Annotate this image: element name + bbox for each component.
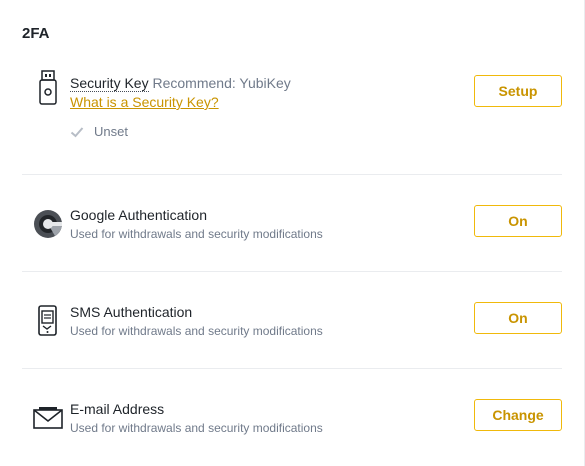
google-auth-on-button[interactable]: On [474,205,562,237]
usb-key-icon [32,70,64,105]
sms-phone-icon [32,305,64,337]
sms-auth-row: SMS Authentication Used for withdrawals … [22,301,562,341]
google-auth-title: Google Authentication [70,207,207,223]
google-auth-text: Google Authentication Used for withdrawa… [70,206,323,242]
email-text: E-mail Address Used for withdrawals and … [70,400,323,436]
security-key-status: Unset [70,124,128,139]
envelope-icon [32,402,64,434]
sms-auth-desc: Used for withdrawals and security modifi… [70,324,323,338]
sms-auth-on-button[interactable]: On [474,302,562,334]
divider [22,271,562,272]
email-change-button[interactable]: Change [474,399,562,431]
email-row: E-mail Address Used for withdrawals and … [22,398,562,438]
security-key-row: Security Key Recommend: YubiKey What is … [22,70,562,152]
security-key-title: Security Key [70,75,149,92]
section-title: 2FA [22,25,50,42]
email-desc: Used for withdrawals and security modifi… [70,421,323,435]
two-factor-panel: 2FA Security Key Recommend: YubiKey What… [0,0,585,466]
sms-auth-title: SMS Authentication [70,304,193,320]
check-icon [70,126,84,137]
security-key-text: Security Key Recommend: YubiKey What is … [70,74,291,111]
google-auth-desc: Used for withdrawals and security modifi… [70,227,323,241]
security-key-title-line: Security Key Recommend: YubiKey [70,74,291,92]
google-auth-row: Google Authentication Used for withdrawa… [22,204,562,244]
email-title: E-mail Address [70,401,165,417]
setup-button[interactable]: Setup [474,75,562,107]
divider [22,174,562,175]
security-key-recommend: Recommend: YubiKey [152,75,291,91]
sms-auth-text: SMS Authentication Used for withdrawals … [70,303,323,339]
divider [22,368,562,369]
security-key-status-text: Unset [94,124,128,139]
what-is-security-key-link[interactable]: What is a Security Key? [70,93,291,111]
google-authenticator-icon [32,208,64,240]
